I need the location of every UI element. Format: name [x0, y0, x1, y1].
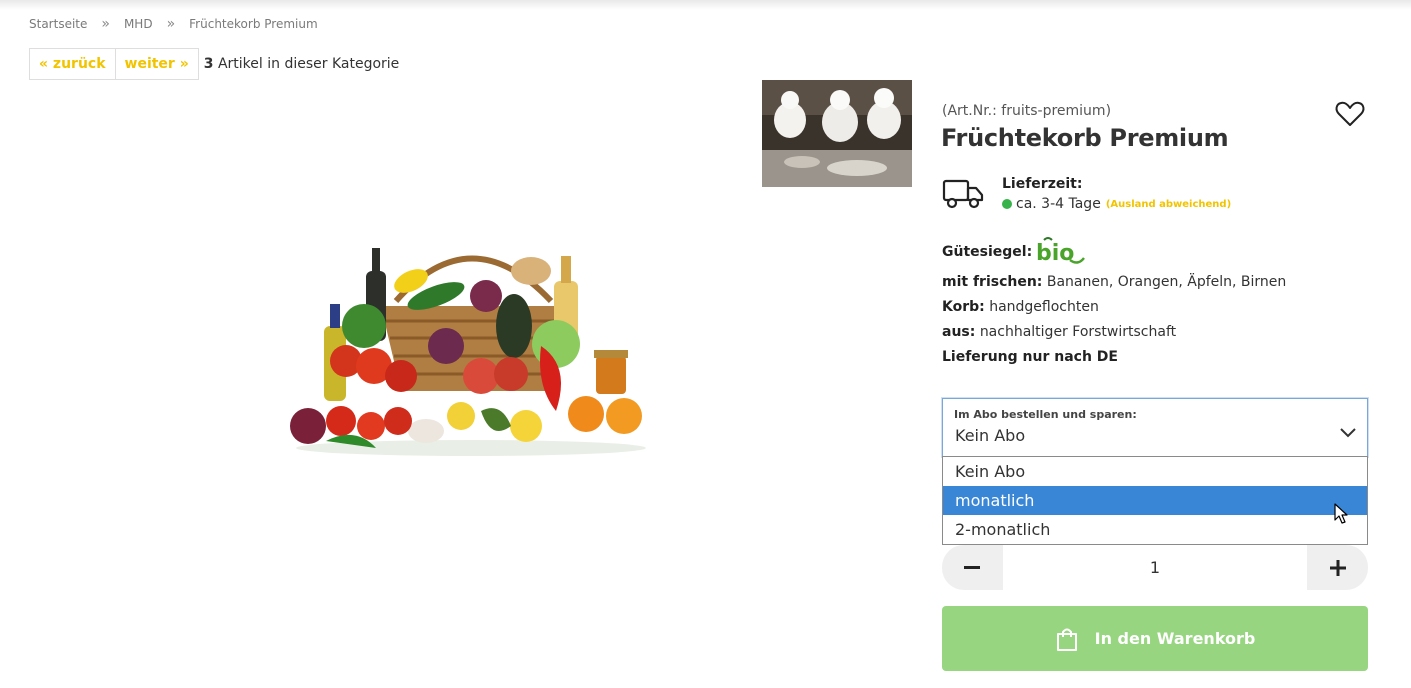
- shopping-bag-icon: [1056, 628, 1077, 651]
- product-properties: mit frischen: Bananen, Orangen, Äpfeln, …: [942, 273, 1286, 373]
- chevron-down-icon: [1340, 428, 1356, 438]
- property-key: Lieferung nur nach DE: [942, 349, 1118, 365]
- product-title: Früchtekorb Premium: [941, 124, 1229, 152]
- seal-label: Gütesiegel:: [942, 244, 1033, 260]
- availability-dot: [1002, 199, 1012, 209]
- plus-icon: [1330, 559, 1346, 576]
- add-to-cart-button[interactable]: In den Warenkorb: [942, 606, 1368, 671]
- next-product-button[interactable]: weiter »: [115, 48, 199, 80]
- property-key: aus:: [942, 324, 976, 340]
- breadcrumb-current: Früchtekorb Premium: [189, 17, 318, 31]
- subscription-option[interactable]: 2-monatlich: [943, 515, 1367, 544]
- breadcrumb-home[interactable]: Startseite: [29, 17, 87, 31]
- quantity-stepper: 1: [942, 545, 1368, 590]
- property-value: Bananen, Orangen, Äpfeln, Birnen: [1046, 274, 1287, 290]
- subscription-option[interactable]: monatlich: [943, 486, 1367, 515]
- property-row: aus: nachhaltiger Forstwirtschaft: [942, 323, 1286, 348]
- subscription-label: Im Abo bestellen und sparen:: [954, 408, 1137, 421]
- category-count-number: 3: [203, 56, 214, 72]
- svg-text:bio: bio: [1036, 241, 1074, 266]
- article-number: (Art.Nr.: fruits-premium): [942, 103, 1112, 119]
- property-value: handgeflochten: [989, 299, 1099, 315]
- property-row: Korb: handgeflochten: [942, 298, 1286, 323]
- delivery-time: ca. 3-4 Tage: [1016, 196, 1101, 212]
- property-key: Korb:: [942, 299, 985, 315]
- category-count: 3 Artikel in dieser Kategorie: [204, 56, 400, 72]
- product-main-image[interactable]: [286, 226, 656, 458]
- add-to-cart-label: In den Warenkorb: [1094, 629, 1256, 648]
- product-thumbnail[interactable]: [762, 80, 912, 187]
- category-pager: « zurück weiter » 3 Artikel in dieser Ka…: [29, 48, 399, 80]
- property-key: mit frischen:: [942, 274, 1043, 290]
- category-count-text: Artikel in dieser Kategorie: [217, 56, 400, 72]
- delivery-label: Lieferzeit:: [1002, 176, 1083, 192]
- quantity-input[interactable]: 1: [1003, 545, 1307, 590]
- breadcrumb: Startseite » MHD » Früchtekorb Premium: [29, 16, 318, 32]
- breadcrumb-mhd[interactable]: MHD: [124, 17, 153, 31]
- property-row: mit frischen: Bananen, Orangen, Äpfeln, …: [942, 273, 1286, 298]
- heart-icon[interactable]: [1334, 98, 1366, 130]
- property-value: nachhaltiger Forstwirtschaft: [979, 324, 1177, 340]
- increase-quantity-button[interactable]: [1308, 545, 1368, 590]
- header-shadow: [0, 0, 1411, 10]
- breadcrumb-separator: »: [166, 16, 176, 32]
- bio-logo: bio: [1036, 237, 1086, 266]
- delivery-note: (Ausland abweichend): [1105, 198, 1232, 210]
- subscription-select[interactable]: Im Abo bestellen und sparen: Kein Abo: [942, 398, 1368, 457]
- previous-product-button[interactable]: « zurück: [29, 48, 116, 80]
- truck-icon: [942, 179, 984, 209]
- subscription-option[interactable]: Kein Abo: [943, 457, 1367, 486]
- subscription-selected-value: Kein Abo: [955, 426, 1026, 445]
- delivery-status: ca. 3-4 Tage (Ausland abweichend): [1002, 196, 1231, 212]
- decrease-quantity-button[interactable]: [942, 545, 1002, 590]
- property-row: Lieferung nur nach DE: [942, 348, 1286, 373]
- mouse-cursor-icon: [1334, 503, 1348, 524]
- breadcrumb-separator: »: [101, 16, 110, 32]
- quality-seal: Gütesiegel: bio: [942, 236, 1086, 268]
- minus-icon: [964, 565, 980, 569]
- subscription-options: Kein Abo monatlich 2-monatlich: [942, 456, 1368, 545]
